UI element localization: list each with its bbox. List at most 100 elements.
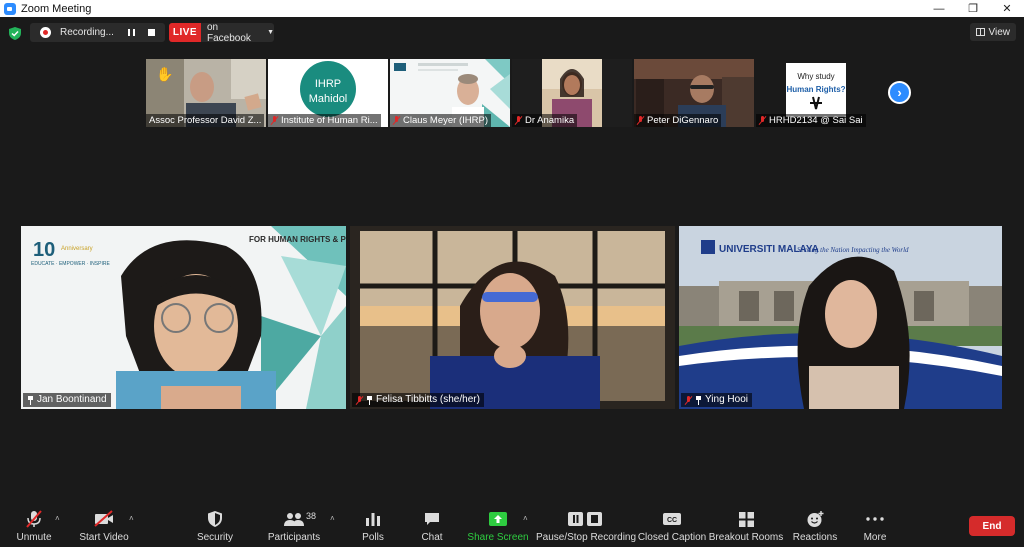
reactions-button[interactable]: Reactions xyxy=(792,501,838,547)
recording-status: Recording... xyxy=(60,27,114,38)
unmute-button[interactable]: Unmute xyxy=(10,501,58,547)
thumbnail-participant[interactable]: Why study Human Rights? HRHD2134 @ Sai S… xyxy=(756,59,876,127)
breakout-rooms-icon xyxy=(738,511,754,527)
chat-icon xyxy=(425,513,439,525)
more-dots-icon xyxy=(866,517,884,521)
participant-name-label: Ying Hooi xyxy=(681,393,752,407)
pause-recording-icon[interactable] xyxy=(128,29,135,36)
why-study-text: Why study xyxy=(797,72,834,81)
mic-muted-icon xyxy=(356,395,363,405)
reactions-label: Reactions xyxy=(792,532,838,543)
participant-name-label: Felisa Tibbitts (she/her) xyxy=(352,393,484,407)
start-video-button[interactable]: Start Video xyxy=(76,501,132,547)
ihrp-logo-subtext: Mahidol xyxy=(309,93,348,105)
closed-caption-icon: CC xyxy=(663,513,681,525)
mic-muted-icon xyxy=(393,116,400,125)
participant-video: UNIVERSITI MALAYA Serving the Nation Imp… xyxy=(679,226,1002,409)
smiley-icon xyxy=(807,510,823,527)
polls-label: Polls xyxy=(362,532,384,543)
chat-label: Chat xyxy=(421,532,443,543)
participant-video xyxy=(350,226,675,409)
live-target-label: on Facebook xyxy=(207,21,251,44)
share-options-caret-icon[interactable]: ˄ xyxy=(523,514,531,523)
stop-recording-icon[interactable] xyxy=(148,29,155,36)
chevron-right-icon: › xyxy=(897,85,902,100)
pause-stop-recording-button[interactable]: Pause/Stop Recording xyxy=(536,501,636,547)
participant-name-label: Jan Boontinand xyxy=(23,393,111,407)
video-tile[interactable]: 10 Anniversary EDUCATE · EMPOWER · INSPI… xyxy=(21,226,346,409)
share-screen-button[interactable]: Share Screen xyxy=(467,501,529,547)
participant-name-label: Claus Meyer (IHRP) xyxy=(390,114,491,127)
thumbnail-participant[interactable]: Dr Anamika xyxy=(512,59,632,127)
mic-muted-icon xyxy=(271,116,278,125)
meeting-toolbar: Unmute ˄ Start Video ˄ Security Particip… xyxy=(0,501,1024,547)
breakout-rooms-label: Breakout Rooms xyxy=(708,532,784,543)
thumbnail-participant[interactable]: Peter DiGennaro xyxy=(634,59,754,127)
recording-indicator: Recording... xyxy=(30,23,165,42)
tagline-text: EDUCATE · EMPOWER · INSPIRE xyxy=(31,261,110,267)
more-label: More xyxy=(863,532,887,543)
view-button[interactable]: View xyxy=(969,23,1016,41)
end-meeting-button[interactable]: End xyxy=(969,516,1015,536)
university-crest-icon xyxy=(701,240,715,254)
mic-muted-icon xyxy=(637,116,644,125)
restore-button[interactable]: ❐ xyxy=(956,0,990,17)
pin-icon xyxy=(366,395,373,405)
participants-button[interactable]: Participants xyxy=(266,501,322,547)
human-rights-question-text: Human Rights? xyxy=(786,85,845,94)
pause-stop-icon xyxy=(568,512,602,526)
thumbnail-participant[interactable]: Claus Meyer (IHRP) xyxy=(390,59,510,127)
security-label: Security xyxy=(196,532,234,543)
view-label: View xyxy=(988,26,1011,38)
live-badge[interactable]: LIVE xyxy=(169,23,201,42)
window-title: Zoom Meeting xyxy=(21,2,92,15)
closed-caption-button[interactable]: CC Closed Caption xyxy=(637,501,707,547)
security-button[interactable]: Security xyxy=(192,501,238,547)
start-video-label: Start Video xyxy=(79,532,129,543)
polls-icon xyxy=(366,513,380,526)
participants-count: 38 xyxy=(306,511,317,521)
anniversary-text: Anniversary xyxy=(61,246,93,252)
pause-stop-recording-label: Pause/Stop Recording xyxy=(535,532,637,543)
window-titlebar: Zoom Meeting — ❐ ✕ xyxy=(0,0,1024,17)
video-tile[interactable]: Felisa Tibbitts (she/her) xyxy=(350,226,675,409)
mic-muted-icon xyxy=(26,510,42,528)
participants-options-caret-icon[interactable]: ˄ xyxy=(330,514,338,523)
mic-muted-icon xyxy=(515,116,522,125)
audio-options-caret-icon[interactable]: ˄ xyxy=(55,514,63,523)
participant-name-label: Peter DiGennaro xyxy=(634,114,722,127)
video-off-icon xyxy=(94,510,113,527)
participants-label: Participants xyxy=(267,532,321,543)
pin-icon xyxy=(695,395,702,405)
pin-icon xyxy=(27,395,34,405)
ihrp-logo-text: IHRP xyxy=(315,78,341,90)
mic-muted-icon xyxy=(685,395,692,405)
video-options-caret-icon[interactable]: ˄ xyxy=(129,514,137,523)
shield-icon[interactable] xyxy=(9,27,21,40)
participant-name-label: HRHD2134 @ Sai Sai xyxy=(756,114,866,127)
participant-video: 10 Anniversary EDUCATE · EMPOWER · INSPI… xyxy=(21,226,346,409)
video-tile[interactable]: UNIVERSITI MALAYA Serving the Nation Imp… xyxy=(679,226,1002,409)
share-screen-label: Share Screen xyxy=(467,532,529,543)
minimize-button[interactable]: — xyxy=(922,0,956,17)
thumbnail-participant[interactable]: ✋ Assoc Professor David Z... xyxy=(146,59,266,127)
caret-down-icon: ▼ xyxy=(267,29,274,36)
chat-button[interactable]: Chat xyxy=(414,501,450,547)
share-screen-icon xyxy=(489,512,507,526)
anniversary-logo-icon: 10 xyxy=(33,239,55,261)
participant-name-label: Institute of Human Ri... xyxy=(268,114,381,127)
participant-name-label: Dr Anamika xyxy=(512,114,578,127)
breakout-rooms-button[interactable]: Breakout Rooms xyxy=(708,501,784,547)
thumbnail-participant[interactable]: IHRP Mahidol Institute of Human Ri... xyxy=(268,59,388,127)
closed-caption-label: Closed Caption xyxy=(637,532,707,543)
next-page-button[interactable]: › xyxy=(888,81,911,104)
closed-caption-icon-text: CC xyxy=(667,517,677,524)
close-button[interactable]: ✕ xyxy=(990,0,1024,17)
unmute-label: Unmute xyxy=(16,532,52,543)
participant-name-label: Assoc Professor David Z... xyxy=(146,114,265,127)
more-button[interactable]: More xyxy=(856,501,894,547)
shield-icon xyxy=(208,511,222,527)
live-target-dropdown[interactable]: on Facebook ▼ xyxy=(201,21,274,44)
polls-button[interactable]: Polls xyxy=(355,501,391,547)
participants-icon xyxy=(284,513,304,526)
